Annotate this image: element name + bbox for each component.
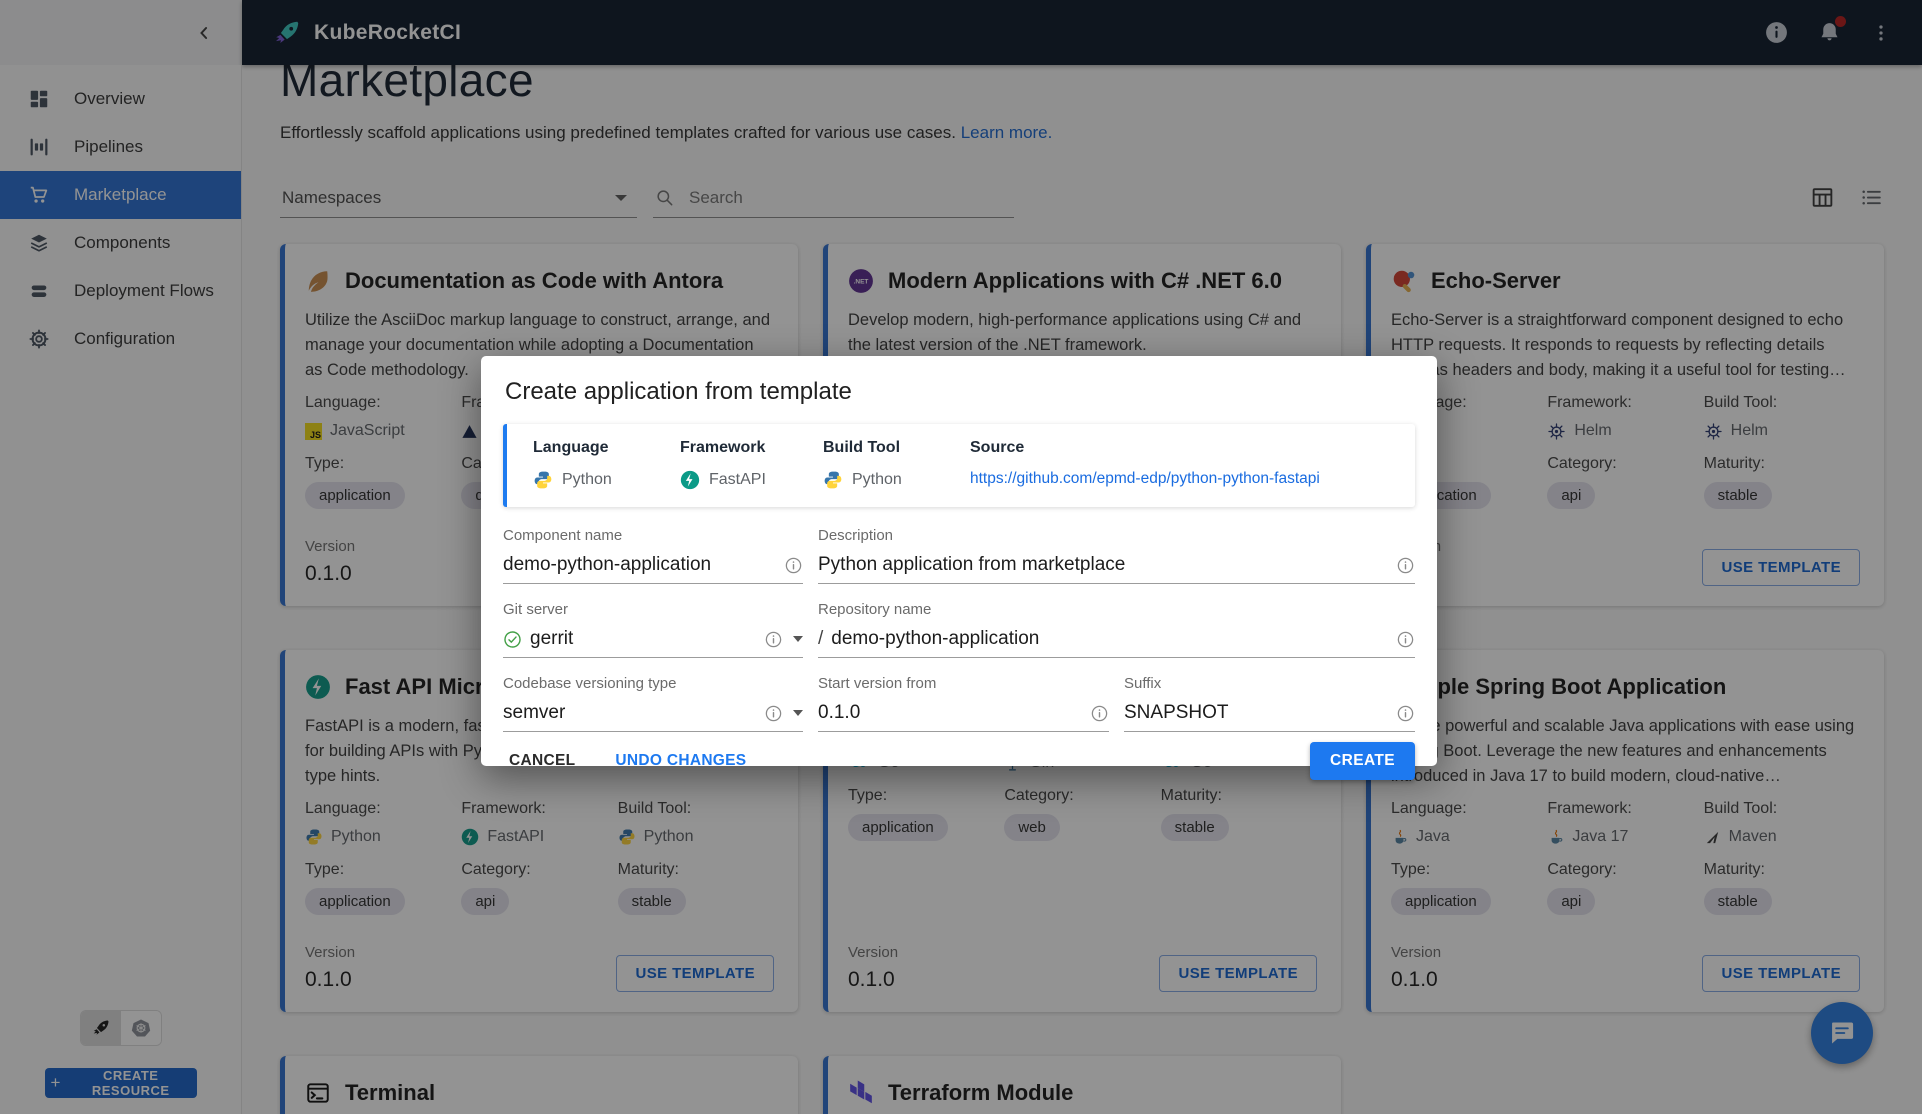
framework-label: Framework [680, 439, 766, 456]
versioning-type-field: Codebase versioning type semver [503, 675, 803, 732]
build-tool-label: Build Tool [823, 439, 901, 456]
git-server-select[interactable]: gerrit [503, 628, 803, 658]
chevron-down-icon [793, 710, 803, 716]
cancel-button[interactable]: CANCEL [503, 751, 581, 771]
create-button[interactable]: CREATE [1310, 742, 1415, 780]
start-version-field: Start version from [818, 675, 1109, 732]
undo-changes-button[interactable]: UNDO CHANGES [609, 751, 752, 771]
suffix-input[interactable] [1124, 702, 1388, 724]
suffix-field: Suffix [1124, 675, 1415, 732]
start-version-label: Start version from [818, 675, 937, 692]
create-application-dialog: Create application from template Languag… [481, 356, 1437, 780]
chevron-down-icon [793, 636, 803, 642]
versioning-type-select[interactable]: semver [503, 702, 803, 732]
python-icon [824, 471, 842, 489]
description-field: Description [818, 527, 1415, 584]
language-value: Python [562, 471, 612, 488]
language-label: Language [533, 439, 609, 456]
source-link[interactable]: https://github.com/epmd-edp/python-pytho… [970, 470, 1320, 487]
info-icon [1397, 705, 1414, 721]
component-name-field: Component name [503, 527, 803, 584]
description-label: Description [818, 527, 894, 544]
component-name-label: Component name [503, 527, 623, 544]
python-icon [534, 471, 552, 489]
component-name-input[interactable] [503, 554, 776, 576]
git-server-field: Git server gerrit [503, 601, 803, 658]
build-tool-value: Python [852, 471, 902, 488]
info-icon [1397, 631, 1414, 647]
repository-name-input[interactable] [831, 628, 1388, 650]
suffix-label: Suffix [1124, 675, 1162, 692]
info-icon [765, 705, 782, 721]
fastapi-icon [680, 470, 700, 490]
info-icon [1091, 705, 1108, 721]
repository-name-field: Repository name / [818, 601, 1415, 658]
versioning-type-label: Codebase versioning type [503, 675, 677, 692]
info-icon [765, 631, 782, 647]
start-version-input[interactable] [818, 702, 1082, 724]
repository-name-label: Repository name [818, 601, 932, 618]
git-server-value: gerrit [530, 628, 574, 649]
check-circle-icon [504, 630, 521, 648]
template-info-panel: Language Python Framework FastAPI Build … [503, 424, 1415, 507]
source-label: Source [970, 439, 1025, 456]
git-server-label: Git server [503, 601, 569, 618]
dialog-actions: CANCEL UNDO CHANGES CREATE [503, 732, 1415, 780]
info-icon [1397, 557, 1414, 573]
screen: KubeRocketCI Overview Pipelines Marketpl… [0, 0, 1922, 1114]
info-icon [785, 557, 802, 573]
versioning-type-value: semver [503, 702, 566, 723]
description-input[interactable] [818, 554, 1388, 576]
dialog-title: Create application from template [505, 378, 852, 405]
repository-prefix: / [818, 628, 824, 649]
framework-value: FastAPI [709, 471, 766, 488]
dialog-form: Component name Description Git se [503, 527, 1415, 732]
